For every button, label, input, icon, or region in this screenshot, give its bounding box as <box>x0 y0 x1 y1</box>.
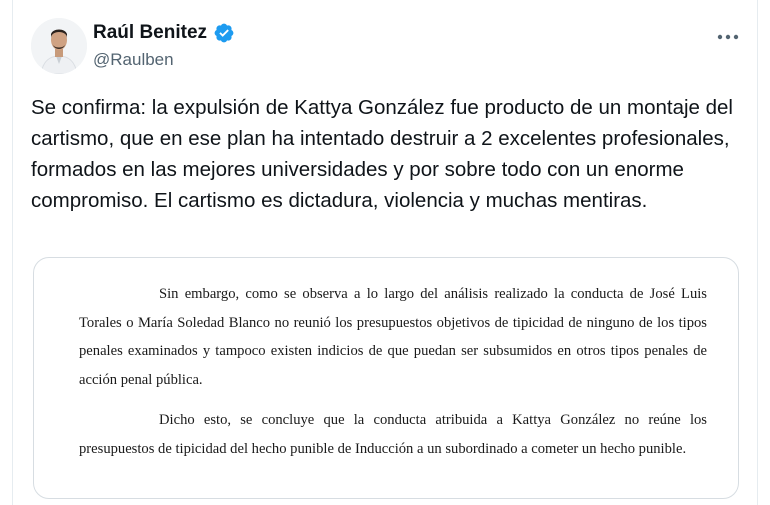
avatar[interactable] <box>31 18 87 74</box>
more-horizontal-icon[interactable] <box>717 22 739 44</box>
author-name[interactable]: Raúl Benitez <box>93 22 207 44</box>
tweet-text: Se confirma: la expulsión de Kattya Gonz… <box>31 96 739 212</box>
document-paragraph-1: Sin embargo, como se observa a lo largo … <box>79 286 707 388</box>
avatar-image <box>31 18 87 74</box>
author-block: Raúl Benitez @Raulben <box>93 22 235 70</box>
verified-badge-icon <box>213 22 235 44</box>
document-paragraph-2: Dicho esto, se concluye que la conducta … <box>79 412 707 457</box>
document-image[interactable]: Sin embargo, como se observa a lo largo … <box>33 257 739 499</box>
tweet-card: Raúl Benitez @Raulben Se confirma: la ex… <box>12 0 758 505</box>
author-handle[interactable]: @Raulben <box>93 50 235 70</box>
